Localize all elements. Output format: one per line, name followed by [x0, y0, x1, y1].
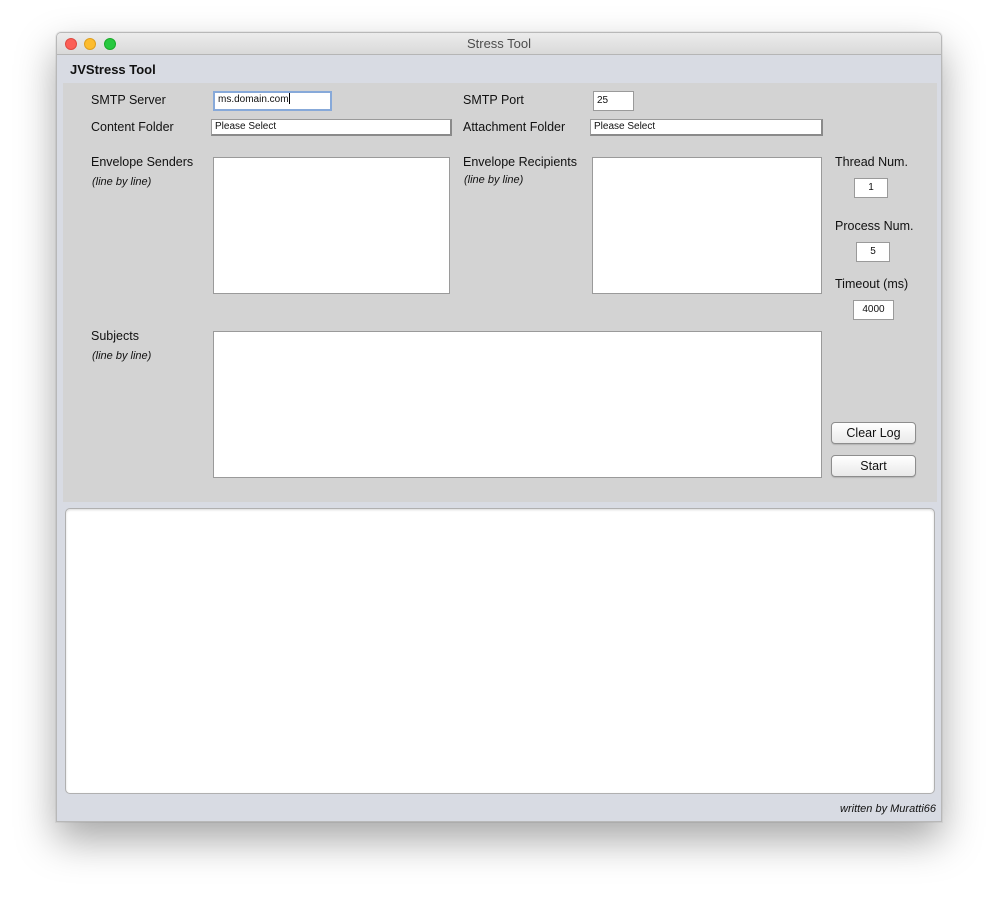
title-bar[interactable]: Stress Tool	[57, 33, 941, 55]
timeout-input[interactable]: 4000	[853, 300, 894, 320]
envelope-senders-hint: (line by line)	[92, 176, 152, 188]
content-folder-selector[interactable]: Please Select	[211, 119, 452, 136]
smtp-port-label: SMTP Port	[463, 93, 524, 107]
subjects-textarea[interactable]	[213, 331, 822, 478]
start-button[interactable]: Start	[831, 455, 916, 477]
smtp-server-value: ms.domain.com	[218, 94, 289, 105]
author-credit: written by Muratti66	[840, 803, 936, 815]
content-folder-label: Content Folder	[91, 120, 174, 134]
smtp-server-input[interactable]: ms.domain.com	[213, 91, 332, 111]
settings-panel: SMTP Server ms.domain.com SMTP Port 25 C…	[63, 83, 937, 502]
clear-log-button[interactable]: Clear Log	[831, 422, 916, 444]
window-title: Stress Tool	[466, 36, 532, 51]
attachment-folder-label: Attachment Folder	[463, 120, 566, 134]
thread-num-label: Thread Num.	[835, 155, 908, 169]
timeout-label: Timeout (ms)	[835, 277, 909, 291]
envelope-recipients-hint: (line by line)	[464, 174, 524, 186]
process-num-input[interactable]: 5	[856, 242, 890, 262]
envelope-senders-textarea[interactable]	[213, 157, 450, 294]
envelope-recipients-textarea[interactable]	[592, 157, 822, 294]
subjects-hint: (line by line)	[92, 350, 152, 362]
app-header: JVStress Tool	[70, 62, 156, 77]
log-output-area[interactable]	[65, 508, 935, 794]
app-window: Stress Tool JVStress Tool SMTP Server ms…	[56, 32, 942, 822]
smtp-port-input[interactable]: 25	[593, 91, 634, 111]
envelope-recipients-label: Envelope Recipients	[463, 155, 577, 169]
process-num-label: Process Num.	[835, 219, 914, 233]
subjects-label: Subjects	[91, 329, 139, 343]
thread-num-input[interactable]: 1	[854, 178, 888, 198]
envelope-senders-label: Envelope Senders	[91, 155, 194, 169]
attachment-folder-selector[interactable]: Please Select	[590, 119, 823, 136]
smtp-server-label: SMTP Server	[91, 93, 166, 107]
text-caret	[288, 93, 290, 104]
